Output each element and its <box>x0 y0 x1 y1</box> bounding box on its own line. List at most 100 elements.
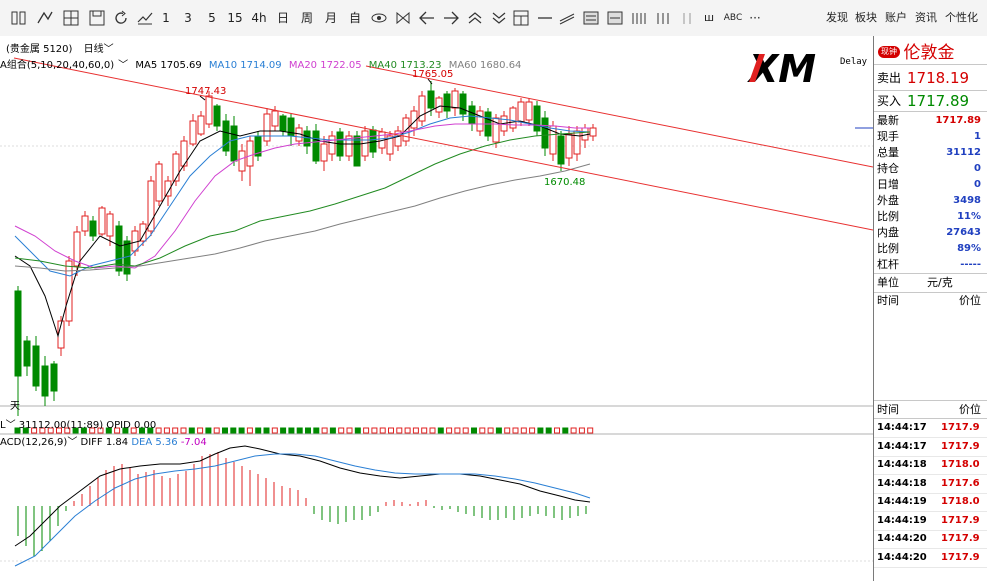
volume-bar <box>563 428 568 433</box>
delay-label: Delay <box>840 57 867 67</box>
period-15[interactable]: 15 <box>226 9 244 27</box>
eye-icon[interactable] <box>370 9 388 27</box>
macd-prefix[interactable]: ACD(12,26,9) <box>0 437 67 448</box>
stat-label: 现手 <box>877 129 899 145</box>
bar-chart-icon[interactable]: ш <box>700 9 718 27</box>
kline-chart[interactable]: 1747.431765.051670.48天 <box>0 36 873 581</box>
grid-icon[interactable] <box>62 9 80 27</box>
tick-row: 14:44:17 1717.9 <box>877 419 985 437</box>
period-1[interactable]: 1 <box>160 9 172 27</box>
volume-bar <box>247 428 252 433</box>
bars3-icon[interactable] <box>654 9 672 27</box>
menu-news[interactable]: 资讯 <box>915 9 937 27</box>
annotation-high1: 1747.43 <box>185 86 226 97</box>
period-month[interactable]: 月 <box>322 9 340 27</box>
volume-bar <box>372 428 377 433</box>
stat-row: 比例 89% <box>877 241 985 257</box>
candle-up <box>436 98 442 112</box>
candle-up <box>566 134 572 158</box>
tick-time: 14:44:19 <box>877 512 927 530</box>
ma5-label: MA5 1705.69 <box>135 60 201 71</box>
candle-up <box>574 131 580 154</box>
volume-bar <box>463 428 468 433</box>
unit-value: 元/克 <box>927 275 953 291</box>
volume-bar <box>505 428 510 433</box>
chevron-down-icon[interactable]: ﹀ <box>67 437 77 448</box>
stat-value: 89% <box>957 241 981 257</box>
menu-discover[interactable]: 发现 <box>826 9 848 27</box>
save-icon[interactable] <box>88 9 106 27</box>
candle-down <box>51 364 57 391</box>
zoom-icon[interactable] <box>394 9 412 27</box>
indicator-set-label[interactable]: A组合(5,10,20,40,60,0) <box>0 60 114 71</box>
chart-area[interactable]: 1747.43 1765.05 1670.48 天 <box>0 36 873 581</box>
candle-down <box>304 131 310 146</box>
candle-down <box>280 116 286 131</box>
abc-button[interactable]: ABC <box>722 9 744 27</box>
panel2-icon[interactable] <box>606 9 624 27</box>
period-day[interactable]: 日 <box>274 9 292 27</box>
stat-value: 1717.89 <box>935 113 981 129</box>
stat-value: 31112 <box>946 145 981 161</box>
period-select[interactable]: 日线 <box>84 44 104 55</box>
right-arrow-icon[interactable] <box>442 9 460 27</box>
menu-personal[interactable]: 个性化 <box>945 9 987 27</box>
candle-up <box>582 128 588 140</box>
hline-icon[interactable] <box>536 9 554 27</box>
draw-icon[interactable] <box>36 9 54 27</box>
layout-icon[interactable] <box>512 9 530 27</box>
stat-row: 总量 31112 <box>877 145 985 161</box>
period-5[interactable]: 5 <box>206 9 218 27</box>
candle-up <box>452 91 458 108</box>
bars4-icon[interactable] <box>630 9 648 27</box>
volume-bar <box>488 428 493 433</box>
chevron-down-icon[interactable]: ﹀ <box>104 44 114 55</box>
more-button[interactable]: ··· <box>746 9 764 27</box>
macd-dea: DEA 5.36 <box>131 437 177 448</box>
period-custom[interactable]: 自 <box>346 9 364 27</box>
up-chevron-icon[interactable] <box>466 9 484 27</box>
candle-up <box>99 208 105 234</box>
instrument-label: (贵金属 5120) <box>6 44 72 55</box>
chevron-down-icon[interactable]: ﹀ <box>6 420 16 431</box>
candle-up <box>477 111 483 131</box>
tick-row: 14:44:17 1717.9 <box>877 438 985 456</box>
volume-bar <box>214 428 219 433</box>
volume-bar <box>264 428 269 433</box>
line-tool-icon[interactable] <box>136 9 154 27</box>
tick-time: 14:44:17 <box>877 438 927 456</box>
chevron-down-icon[interactable]: ﹀ <box>118 60 128 71</box>
stat-label: 比例 <box>877 241 899 257</box>
candle-up <box>132 231 138 251</box>
period-3[interactable]: 3 <box>182 9 194 27</box>
stat-label: 杠杆 <box>877 257 899 273</box>
time-header: 时间 <box>877 293 899 309</box>
refresh-icon[interactable] <box>112 9 130 27</box>
stat-row: 内盘 27643 <box>877 225 985 241</box>
macd-diff-line <box>15 446 590 546</box>
tick-price: 1717.9 <box>941 419 980 437</box>
trend-icon[interactable] <box>558 9 576 27</box>
axis-left-label: 天 <box>10 401 20 412</box>
volume-bar <box>413 428 418 433</box>
down-chevron-icon[interactable] <box>490 9 508 27</box>
bars2-icon[interactable] <box>678 9 696 27</box>
volume-bar <box>231 428 236 433</box>
volume-bar <box>306 428 311 433</box>
stat-label: 外盘 <box>877 193 899 209</box>
stat-value: 11% <box>957 209 981 225</box>
menu-account[interactable]: 账户 <box>885 9 907 27</box>
stat-value: 3498 <box>953 193 981 209</box>
volume-bar <box>538 428 543 433</box>
period-week[interactable]: 周 <box>298 9 316 27</box>
left-arrow-icon[interactable] <box>418 9 436 27</box>
candle-up <box>156 164 162 201</box>
tick-header-row: 时间 价位 <box>877 402 985 418</box>
stat-label: 内盘 <box>877 225 899 241</box>
split-icon[interactable] <box>10 9 28 27</box>
ma10-label: MA10 1714.09 <box>209 60 282 71</box>
panel1-icon[interactable] <box>582 9 600 27</box>
period-4h[interactable]: 4h <box>250 9 268 27</box>
macd-dea-line <box>15 454 590 566</box>
menu-sector[interactable]: 板块 <box>855 9 877 27</box>
